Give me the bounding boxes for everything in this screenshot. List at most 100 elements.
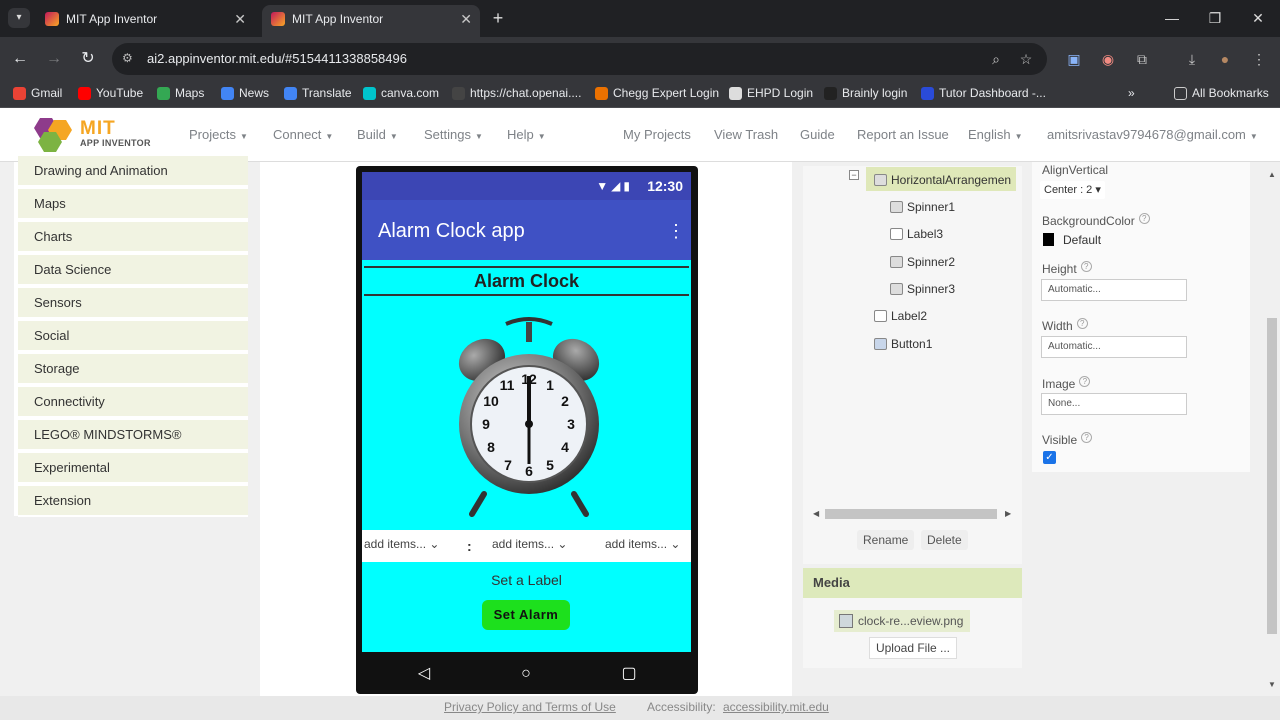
bookmark-maps[interactable]: Maps [157, 80, 204, 108]
scroll-up-icon[interactable]: ▲ [1266, 170, 1278, 179]
background-color-swatch[interactable] [1043, 233, 1054, 246]
bookmark-chatgpt[interactable]: https://chat.openai.... [452, 80, 581, 108]
recents-square-icon[interactable]: ▢ [619, 664, 639, 684]
tree-spinner1[interactable]: Spinner1 [890, 200, 955, 214]
spinner3[interactable]: add items... ⌄ [605, 530, 691, 560]
menu-connect[interactable]: Connect ▼ [273, 108, 333, 164]
palette-storage[interactable]: Storage [18, 354, 248, 385]
phone-action-bar[interactable]: Alarm Clock app ⋮ [362, 200, 691, 260]
width-input[interactable]: Automatic... [1041, 336, 1187, 358]
tree-spinner2[interactable]: Spinner2 [890, 255, 955, 269]
profile-avatar-icon[interactable]: ● [1214, 48, 1236, 70]
minimize-icon[interactable]: — [1157, 8, 1187, 28]
menu-help[interactable]: Help ▼ [507, 108, 546, 164]
forward-icon[interactable]: → [42, 47, 66, 71]
bookmark-brainly[interactable]: Brainly login [824, 80, 907, 108]
set-alarm-button[interactable]: Set Alarm [482, 600, 570, 630]
overflow-menu-icon[interactable]: ⋮ [667, 220, 685, 242]
extensions-puzzle-icon[interactable]: ⧉ [1131, 48, 1153, 70]
link-report-issue[interactable]: Report an Issue [857, 108, 949, 162]
label3-colon[interactable]: : [467, 530, 472, 562]
menu-settings[interactable]: Settings ▼ [424, 108, 483, 164]
page-vertical-scrollbar[interactable]: ▲ ▼ [1266, 166, 1278, 696]
label-alarm-clock[interactable]: Alarm Clock [364, 266, 689, 296]
url-text[interactable]: ai2.appinventor.mit.edu/#515441133885849… [147, 43, 407, 75]
bookmark-star-icon[interactable]: ☆ [1016, 49, 1036, 69]
tree-button1[interactable]: Button1 [874, 337, 932, 351]
scroll-thumb[interactable] [825, 509, 997, 519]
palette-lego-mindstorms[interactable]: LEGO® MINDSTORMS® [18, 420, 248, 451]
help-icon[interactable]: ? [1079, 376, 1091, 387]
help-icon[interactable]: ? [1081, 432, 1093, 443]
back-triangle-icon[interactable]: ◁ [414, 664, 434, 684]
restore-icon[interactable]: ❐ [1200, 8, 1230, 28]
scroll-down-icon[interactable]: ▼ [1266, 680, 1278, 689]
all-bookmarks[interactable]: All Bookmarks [1174, 80, 1269, 108]
media-file-item[interactable]: clock-re...eview.png [834, 610, 970, 632]
bookmark-ehpd[interactable]: EHPD Login [729, 80, 813, 108]
visible-checkbox[interactable]: ✓ [1043, 451, 1056, 464]
palette-sensors[interactable]: Sensors [18, 288, 248, 319]
delete-button[interactable]: Delete [921, 530, 968, 550]
bookmark-gmail[interactable]: Gmail [13, 80, 62, 108]
link-guide[interactable]: Guide [800, 108, 835, 162]
background-color-value[interactable]: Default [1063, 233, 1101, 247]
more-bookmarks-icon[interactable]: » [1120, 80, 1135, 108]
rename-button[interactable]: Rename [857, 530, 915, 550]
tree-horizontal-scrollbar[interactable]: ◀ ▶ [813, 508, 1013, 520]
home-circle-icon[interactable]: ○ [516, 664, 536, 684]
spinner1[interactable]: add items... ⌄ [364, 530, 460, 560]
browser-tab-2[interactable]: MIT App Inventor ✕ [262, 5, 480, 37]
scroll-thumb[interactable] [1267, 318, 1277, 634]
bookmark-canva[interactable]: canva.com [363, 80, 439, 108]
tree-label2[interactable]: Label2 [874, 309, 927, 323]
translate-extension-icon[interactable]: ▣ [1063, 48, 1085, 70]
window-close-icon[interactable]: ✕ [1243, 8, 1273, 28]
bookmark-translate[interactable]: Translate [284, 80, 352, 108]
app-inventor-logo-icon[interactable] [30, 116, 74, 154]
close-tab-icon[interactable]: ✕ [234, 5, 246, 33]
back-icon[interactable]: ← [8, 47, 32, 71]
tab-search-icon[interactable]: ▾ [8, 8, 30, 28]
close-tab-icon[interactable]: ✕ [460, 5, 472, 33]
spinner2[interactable]: add items... ⌄ [492, 530, 588, 560]
address-bar[interactable]: ⚙ ai2.appinventor.mit.edu/#5154411338858… [112, 43, 1047, 75]
alarm-clock-image-icon[interactable]: 12 1 2 3 4 5 6 7 8 9 10 11 [454, 314, 604, 520]
accessibility-link[interactable]: accessibility.mit.edu [723, 696, 829, 718]
scroll-right-icon[interactable]: ▶ [1005, 508, 1011, 520]
help-icon[interactable]: ? [1080, 261, 1092, 272]
logo-text[interactable]: MIT APP INVENTOR [80, 119, 151, 148]
menu-language[interactable]: English ▼ [968, 108, 1023, 164]
bookmark-tutor-dashboard[interactable]: Tutor Dashboard -... [921, 80, 1046, 108]
chrome-menu-icon[interactable]: ⋮ [1248, 48, 1270, 70]
palette-connectivity[interactable]: Connectivity [18, 387, 248, 418]
bookmark-chegg[interactable]: Chegg Expert Login [595, 80, 719, 108]
image-input[interactable]: None... [1041, 393, 1187, 415]
privacy-policy-link[interactable]: Privacy Policy and Terms of Use [444, 696, 616, 718]
palette-social[interactable]: Social [18, 321, 248, 352]
tree-spinner3[interactable]: Spinner3 [890, 282, 955, 296]
menu-account[interactable]: amitsrivastav9794678@gmail.com ▼ [1047, 108, 1258, 164]
link-my-projects[interactable]: My Projects [623, 108, 691, 162]
palette-extension[interactable]: Extension [18, 486, 248, 517]
bookmark-youtube[interactable]: YouTube [78, 80, 143, 108]
scroll-left-icon[interactable]: ◀ [813, 508, 819, 520]
horizontal-arrangement[interactable]: add items... ⌄ add items... ⌄ add items.… [362, 530, 691, 562]
palette-data-science[interactable]: Data Science [18, 255, 248, 286]
palette-drawing-animation[interactable]: Drawing and Animation [18, 156, 248, 187]
tree-horizontal-arrangement[interactable]: HorizontalArrangemen [874, 173, 1011, 187]
color-extension-icon[interactable]: ◉ [1097, 48, 1119, 70]
label2-set-label[interactable]: Set a Label [362, 572, 691, 588]
palette-maps[interactable]: Maps [18, 189, 248, 220]
bookmark-news[interactable]: News [221, 80, 269, 108]
align-vertical-select[interactable]: Center : 2 ▾ [1040, 181, 1105, 199]
site-info-icon[interactable]: ⚙ [122, 51, 136, 65]
palette-charts[interactable]: Charts [18, 222, 248, 253]
collapse-minus-icon[interactable]: − [849, 170, 859, 180]
height-input[interactable]: Automatic... [1041, 279, 1187, 301]
help-icon[interactable]: ? [1076, 318, 1088, 329]
download-icon[interactable]: ⤓ [1181, 48, 1203, 70]
palette-experimental[interactable]: Experimental [18, 453, 248, 484]
reload-icon[interactable]: ↻ [76, 47, 100, 71]
new-tab-icon[interactable]: + [488, 7, 508, 29]
